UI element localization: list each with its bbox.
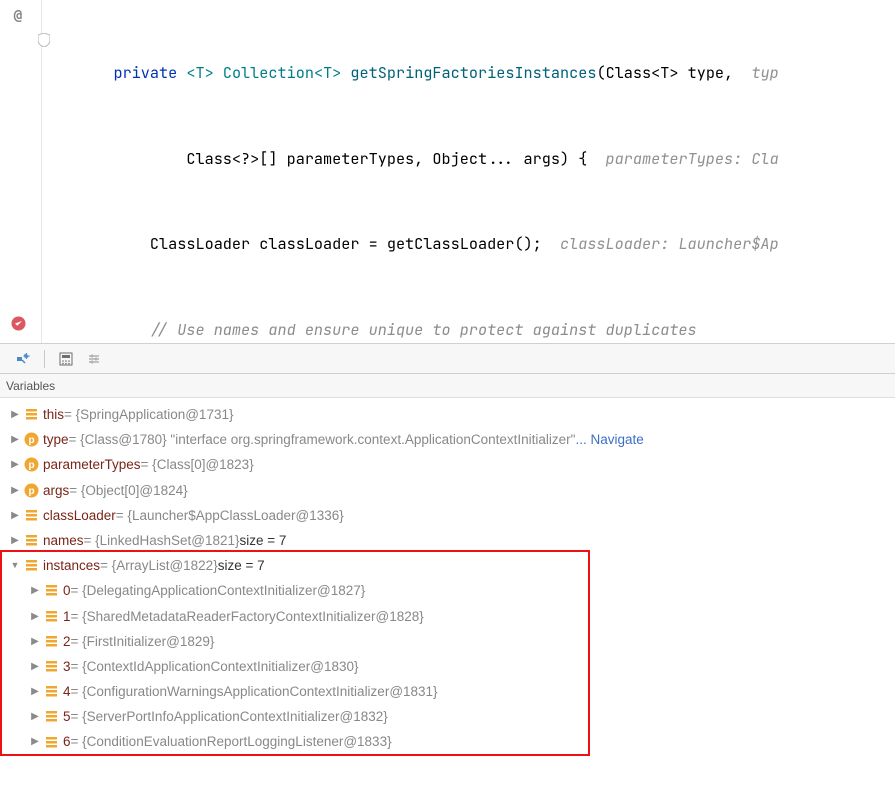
var-value: = {LinkedHashSet@1821} (84, 528, 240, 553)
var-name: parameterTypes (43, 452, 141, 477)
var-name: names (43, 528, 84, 553)
object-icon (43, 608, 59, 624)
code-editor[interactable]: @ private <T> Collection<T> getSpringFac… (0, 0, 895, 344)
expand-arrow-icon[interactable]: ▶ (8, 534, 22, 548)
expand-arrow-icon[interactable]: ▶ (28, 609, 42, 623)
object-icon (23, 533, 39, 549)
var-name: classLoader (43, 503, 116, 528)
code-content[interactable]: private <T> Collection<T> getSpringFacto… (42, 0, 895, 343)
param-icon: p (23, 482, 39, 498)
object-icon (43, 633, 59, 649)
new-watch-icon[interactable] (12, 348, 34, 370)
param-icon: p (23, 432, 39, 448)
inline-hint: classLoader: Launcher$Ap (560, 233, 779, 254)
var-name: 1 (63, 604, 71, 629)
svg-text:p: p (28, 435, 34, 446)
svg-text:p: p (28, 460, 34, 471)
var-value: = {Launcher$AppClassLoader@1336} (116, 503, 344, 528)
var-name: args (43, 478, 69, 503)
object-icon (43, 709, 59, 725)
expand-arrow-icon[interactable]: ▶ (8, 508, 22, 522)
object-icon (43, 658, 59, 674)
var-value: = {SharedMetadataReaderFactoryContextIni… (71, 604, 424, 629)
list-item[interactable]: ▶ 1 = {SharedMetadataReaderFactoryContext… (4, 604, 895, 629)
var-name: 4 (63, 679, 71, 704)
object-icon (23, 558, 39, 574)
list-item[interactable]: ▶ 6 = {ConditionEvaluationReportLoggingLi… (4, 729, 895, 754)
object-icon (43, 684, 59, 700)
list-item[interactable]: ▶ 3 = {ContextIdApplicationContextInitial… (4, 654, 895, 679)
var-value: = {ServerPortInfoApplicationContextIniti… (71, 704, 388, 729)
var-value: = {DelegatingApplicationContextInitializ… (71, 578, 366, 603)
var-value: = {Object[0]@1824} (69, 478, 187, 503)
var-value: = {ContextIdApplicationContextInitialize… (71, 654, 359, 679)
expand-arrow-icon[interactable]: ▶ (28, 735, 42, 749)
var-name: this (43, 402, 64, 427)
expand-arrow-icon[interactable]: ▶ (28, 634, 42, 648)
param-icon: p (23, 457, 39, 473)
variable-row[interactable]: ▶ this = {SpringApplication@1731} (4, 402, 895, 427)
calculator-icon[interactable] (55, 348, 77, 370)
object-icon (43, 734, 59, 750)
list-item[interactable]: ▶ 0 = {DelegatingApplicationContextInitia… (4, 578, 895, 603)
var-name: 3 (63, 654, 71, 679)
var-name: 5 (63, 704, 71, 729)
variable-row[interactable]: ▶ ptype = {Class@1780} "interface org.spr… (4, 427, 895, 452)
debug-toolbar (0, 344, 895, 374)
keyword: private (113, 62, 177, 83)
var-extra: size = 7 (218, 553, 265, 578)
var-value: = {Class@1780} "interface org.springfram… (69, 427, 576, 452)
list-item[interactable]: ▶ 5 = {ServerPortInfoApplicationContextIn… (4, 704, 895, 729)
variables-tree[interactable]: ▶this = {SpringApplication@1731}▶ptype =… (0, 398, 895, 755)
object-icon (23, 507, 39, 523)
expand-arrow-icon[interactable]: ▶ (8, 483, 22, 497)
var-value: = {ConfigurationWarningsApplicationConte… (71, 679, 438, 704)
var-name: instances (43, 553, 100, 578)
expand-arrow-icon[interactable]: ▶ (28, 584, 42, 598)
variable-row[interactable]: ▶ pargs = {Object[0]@1824} (4, 478, 895, 503)
object-icon (23, 407, 39, 423)
var-value: = {SpringApplication@1731} (64, 402, 233, 427)
method-name: getSpringFactoriesInstances (350, 62, 596, 83)
type: <T> Collection<T> (186, 62, 341, 83)
variable-row[interactable]: ▶ p parameterTypes = {Class[0]@1823} (4, 452, 895, 477)
expand-arrow-icon[interactable]: ▼ (8, 559, 22, 573)
inline-hint: typ (751, 62, 778, 83)
var-value: = {ArrayList@1822} (100, 553, 218, 578)
variable-row-instances[interactable]: ▼ instances = {ArrayList@1822} size = 7 (4, 553, 895, 578)
navigate-link[interactable]: ... Navigate (575, 427, 643, 452)
var-name: 2 (63, 629, 71, 654)
var-value: = {Class[0]@1823} (141, 452, 254, 477)
list-item[interactable]: ▶ 4 = {ConfigurationWarningsApplicationCo… (4, 679, 895, 704)
text: Class<?>[] parameterTypes, Object... arg… (186, 148, 587, 169)
variable-row[interactable]: ▶ names = {LinkedHashSet@1821} size = 7 (4, 528, 895, 553)
separator (44, 350, 45, 368)
variable-row[interactable]: ▶ classLoader = {Launcher$AppClassLoader@… (4, 503, 895, 528)
expand-arrow-icon[interactable]: ▶ (28, 685, 42, 699)
comment: // Use names and ensure unique to protec… (150, 319, 697, 340)
editor-gutter: @ (0, 0, 42, 343)
svg-text:p: p (28, 486, 34, 497)
inspection-icon[interactable] (38, 33, 50, 50)
settings-icon[interactable] (83, 348, 105, 370)
breakpoint-icon[interactable] (10, 315, 26, 331)
inline-hint: parameterTypes: Cla (606, 148, 779, 169)
expand-arrow-icon[interactable]: ▶ (8, 458, 22, 472)
text: ClassLoader classLoader = getClassLoader… (150, 233, 542, 254)
var-name: 0 (63, 578, 71, 603)
text: (Class<T> type, (596, 62, 733, 83)
override-icon[interactable]: @ (10, 8, 26, 24)
var-name: 6 (63, 729, 71, 754)
var-value: = {FirstInitializer@1829} (71, 629, 215, 654)
var-name: type (43, 427, 69, 452)
var-value: = {ConditionEvaluationReportLoggingListe… (71, 729, 392, 754)
expand-arrow-icon[interactable]: ▶ (8, 433, 22, 447)
list-item[interactable]: ▶ 2 = {FirstInitializer@1829} (4, 629, 895, 654)
expand-arrow-icon[interactable]: ▶ (8, 408, 22, 422)
expand-arrow-icon[interactable]: ▶ (28, 659, 42, 673)
object-icon (43, 583, 59, 599)
variables-header: Variables (0, 374, 895, 398)
expand-arrow-icon[interactable]: ▶ (28, 710, 42, 724)
var-extra: size = 7 (239, 528, 286, 553)
